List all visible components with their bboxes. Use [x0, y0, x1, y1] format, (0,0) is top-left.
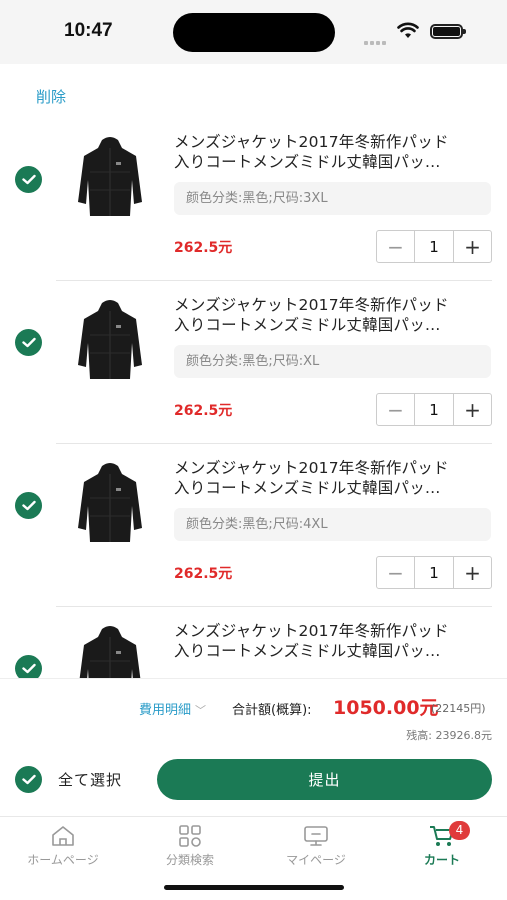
item-title-line1: メンズジャケット2017年冬新作パッド — [174, 133, 449, 151]
item-title-line1: メンズジャケット2017年冬新作パッド — [174, 296, 449, 314]
quantity-stepper[interactable]: − 1 + — [376, 393, 492, 426]
item-title-line2: 入りコートメンズミドル丈韓国パッ… — [174, 642, 441, 660]
check-icon — [21, 663, 36, 674]
item-checkbox[interactable] — [15, 329, 42, 356]
check-icon — [21, 337, 36, 348]
item-title-line1: メンズジャケット2017年冬新作パッド — [174, 459, 449, 477]
check-icon — [21, 774, 36, 785]
total-amount: 1050.00元 — [333, 697, 439, 719]
cart-item[interactable]: メンズジャケット2017年冬新作パッド 入りコートメンズミドル丈韓国パッ… — [0, 607, 507, 678]
total-label: 合計額(概算): — [232, 703, 312, 718]
home-indicator — [164, 885, 344, 890]
wifi-icon — [397, 22, 419, 38]
item-spec: 颜色分类:黑色;尺码:4XL — [174, 508, 491, 541]
signal-icon — [364, 30, 390, 45]
quantity-value[interactable]: 1 — [414, 557, 454, 588]
decrease-button[interactable]: − — [377, 394, 414, 425]
item-price: 262.5元 — [174, 566, 233, 582]
category-grid-icon — [179, 825, 201, 847]
item-spec: 颜色分类:黑色;尺码:XL — [174, 345, 491, 378]
delete-button[interactable]: 削除 — [36, 86, 66, 107]
item-title-line2: 入りコートメンズミドル丈韓国パッ… — [174, 153, 441, 171]
tab-home-label: ホームページ — [27, 853, 99, 867]
quantity-value[interactable]: 1 — [414, 394, 454, 425]
item-checkbox[interactable] — [15, 655, 42, 678]
item-title[interactable]: メンズジャケット2017年冬新作パッド 入りコートメンズミドル丈韓国パッ… — [174, 621, 492, 661]
tab-category-search[interactable]: 分類検索 — [135, 825, 245, 868]
cart-item[interactable]: メンズジャケット2017年冬新作パッド 入りコートメンズミドル丈韓国パッ… 颜色… — [0, 281, 507, 444]
select-all-label: 全て選択 — [58, 771, 123, 789]
tab-cart-label: カート — [423, 853, 460, 867]
increase-button[interactable]: + — [454, 394, 491, 425]
jacket-thumbnail[interactable] — [62, 293, 158, 389]
fee-detail-toggle[interactable]: 費用明細 ﹀ — [139, 699, 206, 718]
item-price: 262.5元 — [174, 240, 233, 256]
balance-text: 残高: 23926.8元 — [406, 729, 492, 742]
cart-item[interactable]: メンズジャケット2017年冬新作パッド 入りコートメンズミドル丈韓国パッ… 颜色… — [0, 118, 507, 281]
tab-home[interactable]: ホームページ — [8, 825, 118, 868]
decrease-button[interactable]: − — [377, 231, 414, 262]
select-all-toggle[interactable]: 全て選択 — [15, 766, 122, 793]
item-checkbox[interactable] — [15, 166, 42, 193]
status-time: 10:47 — [64, 20, 113, 41]
home-icon — [52, 826, 74, 846]
battery-icon — [430, 24, 466, 39]
submit-button[interactable]: 提出 — [157, 759, 492, 800]
check-icon — [21, 500, 36, 511]
item-spec: 颜色分类:黑色;尺码:3XL — [174, 182, 491, 215]
cart-item[interactable]: メンズジャケット2017年冬新作パッド 入りコートメンズミドル丈韓国パッ… 颜色… — [0, 444, 507, 607]
jacket-thumbnail[interactable] — [62, 456, 158, 552]
item-title-line2: 入りコートメンズミドル丈韓国パッ… — [174, 479, 441, 497]
item-title[interactable]: メンズジャケット2017年冬新作パッド 入りコートメンズミドル丈韓国パッ… — [174, 132, 492, 172]
cart-count-badge: 4 — [449, 821, 470, 840]
tab-category-label: 分類検索 — [165, 853, 214, 867]
item-title[interactable]: メンズジャケット2017年冬新作パッド 入りコートメンズミドル丈韓国パッ… — [174, 295, 492, 335]
tab-my-page[interactable]: マイページ — [261, 825, 371, 868]
dynamic-island — [173, 13, 335, 52]
select-all-checkbox[interactable] — [15, 766, 42, 793]
tab-my-page-label: マイページ — [286, 853, 346, 867]
cart-item-list[interactable]: メンズジャケット2017年冬新作パッド 入りコートメンズミドル丈韓国パッ… 颜色… — [0, 118, 507, 678]
chevron-down-icon: ﹀ — [195, 704, 207, 717]
item-title-line1: メンズジャケット2017年冬新作パッド — [174, 622, 449, 640]
check-icon — [21, 174, 36, 185]
jacket-thumbnail[interactable] — [62, 130, 158, 226]
increase-button[interactable]: + — [454, 557, 491, 588]
cart-page: 10:47 削除 メンズジャケット2017年冬新作パッド 入りコートメンズミドル… — [0, 0, 507, 900]
item-checkbox[interactable] — [15, 492, 42, 519]
total-yen: (22145円) — [431, 702, 486, 715]
item-price: 262.5元 — [174, 403, 233, 419]
item-title-line2: 入りコートメンズミドル丈韓国パッ… — [174, 316, 441, 334]
jacket-thumbnail[interactable] — [62, 619, 158, 678]
my-page-icon — [304, 826, 328, 846]
item-title[interactable]: メンズジャケット2017年冬新作パッド 入りコートメンズミドル丈韓国パッ… — [174, 458, 492, 498]
quantity-value[interactable]: 1 — [414, 231, 454, 262]
fee-detail-label: 費用明細 — [139, 703, 192, 718]
quantity-stepper[interactable]: − 1 + — [376, 230, 492, 263]
quantity-stepper[interactable]: − 1 + — [376, 556, 492, 589]
increase-button[interactable]: + — [454, 231, 491, 262]
decrease-button[interactable]: − — [377, 557, 414, 588]
tab-cart[interactable]: カート — [387, 825, 497, 868]
checkout-summary: 費用明細 ﹀ 合計額(概算): 1050.00元 (22145円) 残高: 239… — [0, 678, 507, 816]
status-bar: 10:47 — [0, 0, 507, 64]
